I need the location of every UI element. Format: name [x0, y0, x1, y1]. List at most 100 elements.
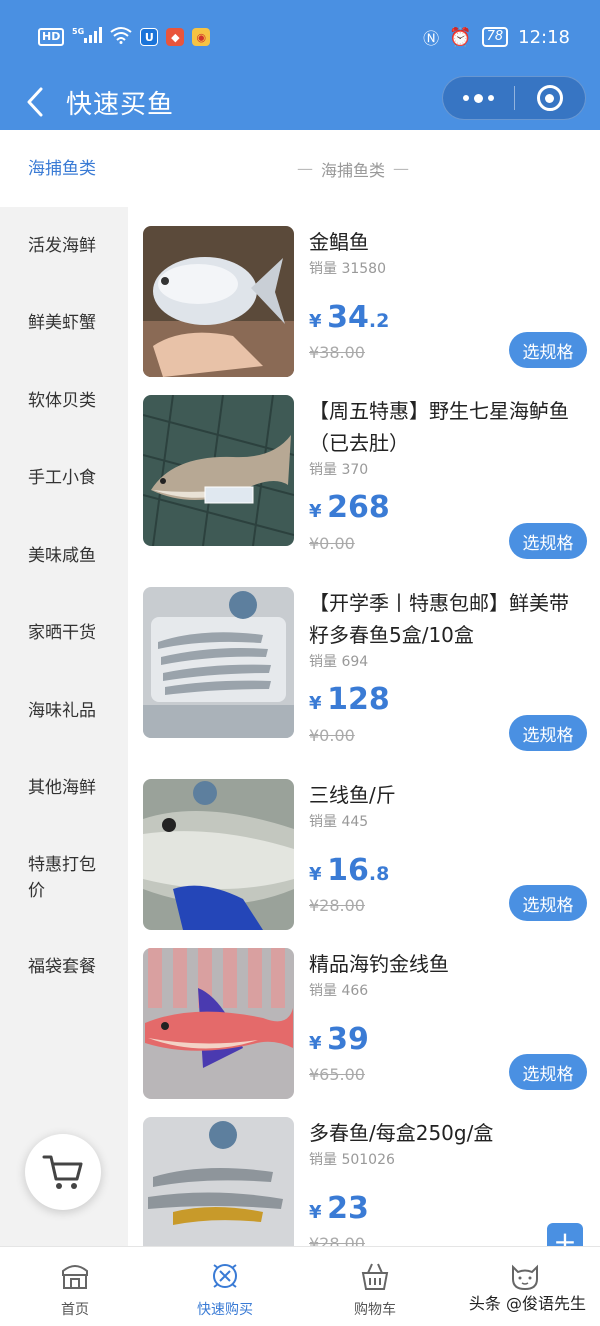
- sidebar-item-label: 软体贝类: [28, 390, 96, 411]
- product-image[interactable]: [143, 948, 294, 1099]
- select-spec-button[interactable]: 选规格: [509, 523, 587, 559]
- wifi-icon: [110, 26, 132, 48]
- section-dash: —: [393, 159, 409, 178]
- price-integer: 34: [327, 300, 369, 335]
- original-price: ¥0.00: [309, 534, 355, 553]
- price-integer: 268: [327, 490, 390, 525]
- sidebar-item-beilei[interactable]: 软体贝类: [0, 362, 128, 440]
- select-spec-button[interactable]: 选规格: [509, 332, 587, 368]
- product-price: ¥ 16.8: [309, 853, 389, 888]
- product-info: 多春鱼/每盒250g/盒 销量 501026: [309, 1117, 585, 1171]
- sidebar-item-lipin[interactable]: 海味礼品: [0, 672, 128, 750]
- original-price: ¥38.00: [309, 343, 365, 362]
- close-target-icon: [536, 85, 563, 111]
- product-card[interactable]: 多春鱼/每盒250g/盒 销量 501026 ¥ 23 ¥28.00 +: [143, 1117, 587, 1246]
- original-price: ¥0.00: [309, 726, 355, 745]
- more-dot-icon: [462, 95, 469, 101]
- product-card[interactable]: 金鲳鱼 销量 31580 ¥ 34.2 ¥38.00 选规格: [143, 226, 587, 386]
- product-sales: 销量 466: [309, 983, 369, 999]
- status-right: Ⓝ ⏰ 78 12:18: [423, 25, 570, 49]
- section-header: — 海捕鱼类 —: [128, 130, 600, 207]
- back-icon[interactable]: [12, 79, 58, 125]
- product-image[interactable]: [143, 779, 294, 930]
- mini-program-capsule: [442, 76, 586, 120]
- product-sales: 销量 694: [309, 654, 369, 670]
- section-title: 海捕鱼类: [320, 160, 385, 180]
- currency-symbol: ¥: [309, 864, 322, 885]
- sidebar-item-fudai[interactable]: 福袋套餐: [0, 928, 128, 1006]
- product-info: 三线鱼/斤 销量 445: [309, 779, 585, 833]
- sidebar-item-label: 海味礼品: [28, 700, 96, 721]
- select-spec-button[interactable]: 选规格: [509, 715, 587, 751]
- sidebar-item-qita[interactable]: 其他海鲜: [0, 750, 128, 828]
- clock: 12:18: [518, 26, 570, 48]
- currency-symbol: ¥: [309, 1033, 322, 1054]
- fish-bag-icon: [213, 1264, 237, 1288]
- sidebar-item-huofa[interactable]: 活发海鲜: [0, 207, 128, 285]
- price-integer: 128: [327, 682, 390, 717]
- product-image[interactable]: [143, 1117, 294, 1246]
- sidebar-item-label: 活发海鲜: [28, 235, 96, 256]
- product-price: ¥ 34.2: [309, 300, 389, 335]
- battery-indicator: 78: [481, 27, 509, 47]
- currency-symbol: ¥: [309, 501, 322, 522]
- add-to-cart-button[interactable]: +: [547, 1223, 583, 1246]
- product-image[interactable]: [143, 226, 294, 377]
- tab-label: 快速购买: [197, 1302, 253, 1318]
- original-price: ¥65.00: [309, 1065, 365, 1084]
- select-spec-button[interactable]: 选规格: [509, 1054, 587, 1090]
- product-price: ¥ 39: [309, 1022, 369, 1057]
- product-name: 多春鱼/每盒250g/盒: [309, 1121, 494, 1145]
- sidebar-item-label: 美味咸鱼: [28, 545, 96, 566]
- product-info: 【开学季丨特惠包邮】鲜美带籽多春鱼5盒/10盒 销量 694: [309, 587, 585, 673]
- original-price: ¥28.00: [309, 896, 365, 915]
- sidebar-item-label: 家晒干货: [28, 623, 96, 644]
- sidebar-item-ganhuo[interactable]: 家晒干货: [0, 595, 128, 673]
- product-name: 精品海钓金线鱼: [309, 952, 449, 976]
- tab-cart[interactable]: 购物车: [300, 1247, 450, 1326]
- tab-home[interactable]: 首页: [0, 1247, 150, 1326]
- product-info: 【周五特惠】野生七星海鲈鱼（已去肚） 销量 370: [309, 395, 585, 481]
- product-price: ¥ 128: [309, 682, 390, 717]
- product-name: 【开学季丨特惠包邮】鲜美带籽多春鱼5盒/10盒: [309, 591, 569, 647]
- price-integer: 39: [327, 1022, 369, 1057]
- more-dot-icon: [473, 93, 483, 103]
- product-card[interactable]: 【周五特惠】野生七星海鲈鱼（已去肚） 销量 370 ¥ 268 ¥0.00 选规…: [143, 395, 587, 575]
- sidebar-item-xiaxie[interactable]: 鲜美虾蟹: [0, 285, 128, 363]
- product-card[interactable]: 【开学季丨特惠包邮】鲜美带籽多春鱼5盒/10盒 销量 694 ¥ 128 ¥0.…: [143, 587, 587, 767]
- product-image[interactable]: [143, 395, 294, 546]
- sidebar-item-xiaoshi[interactable]: 手工小食: [0, 440, 128, 518]
- alarm-icon: ⏰: [449, 26, 472, 48]
- sidebar-item-xianyu[interactable]: 美味咸鱼: [0, 517, 128, 595]
- status-left: HD 5G U ◆ ◉: [38, 26, 211, 48]
- select-spec-button[interactable]: 选规格: [509, 885, 587, 921]
- tab-label: 首页: [61, 1302, 89, 1318]
- tab-mine[interactable]: [450, 1247, 600, 1326]
- close-mini-program-button[interactable]: [515, 76, 586, 120]
- currency-symbol: ¥: [309, 311, 322, 332]
- product-info: 精品海钓金线鱼 销量 466: [309, 948, 585, 1002]
- tab-label: 购物车: [354, 1302, 396, 1318]
- floating-cart-button[interactable]: [25, 1134, 101, 1210]
- product-name: 金鲳鱼: [309, 230, 369, 254]
- currency-symbol: ¥: [309, 1202, 322, 1223]
- price-integer: 16: [327, 853, 369, 888]
- product-sales: 销量 31580: [309, 261, 386, 277]
- hd-badge: HD: [38, 28, 65, 46]
- product-card[interactable]: 精品海钓金线鱼 销量 466 ¥ 39 ¥65.00 选规格: [143, 948, 587, 1108]
- sidebar-item-tehui[interactable]: 特惠打包价: [0, 827, 128, 928]
- product-card[interactable]: 三线鱼/斤 销量 445 ¥ 16.8 ¥28.00 选规格: [143, 779, 587, 939]
- product-image[interactable]: [143, 587, 294, 738]
- product-price: ¥ 268: [309, 490, 390, 525]
- sidebar-item-haibuyu[interactable]: 海捕鱼类: [0, 130, 128, 207]
- more-options-button[interactable]: [443, 76, 514, 120]
- category-sidebar: 海捕鱼类 活发海鲜 鲜美虾蟹 软体贝类 手工小食 美味咸鱼 家晒干货 海味礼品 …: [0, 130, 128, 1246]
- cat-face-icon: [512, 1264, 538, 1291]
- basket-icon: [361, 1263, 389, 1290]
- tab-quick-buy[interactable]: 快速购买: [150, 1247, 300, 1326]
- product-sales: 销量 370: [309, 462, 369, 478]
- product-info: 金鲳鱼 销量 31580: [309, 226, 585, 280]
- signal-icon: 5G: [72, 26, 103, 48]
- app-notification-icon: ◆: [166, 28, 185, 46]
- original-price: ¥28.00: [309, 1234, 365, 1246]
